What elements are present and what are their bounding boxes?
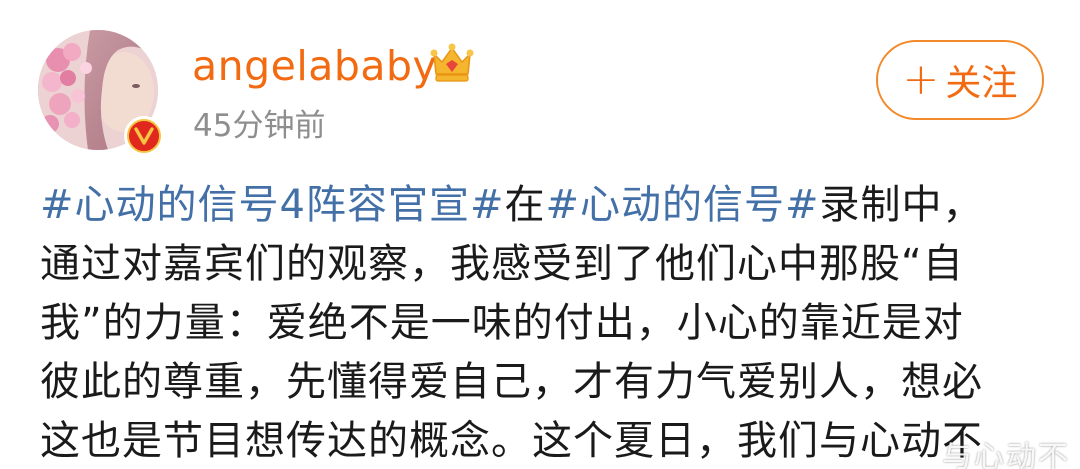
post-timestamp: 45分钟前	[193, 108, 326, 144]
post-text-segment: 录制中，	[819, 182, 984, 228]
post-line-3: 我”的力量：爱绝不是一味的付出，小心的靠近是对	[40, 300, 964, 346]
crown-icon[interactable]	[428, 40, 476, 86]
post-line-1: #心动的信号4阵容官宣#在#心动的信号#录制中，	[40, 176, 1050, 235]
plus-icon: +	[902, 54, 940, 105]
username[interactable]: angelababy	[192, 34, 437, 98]
topic-link[interactable]: #心动的信号#	[545, 182, 819, 228]
avatar-container[interactable]	[38, 30, 164, 156]
verified-badge	[124, 116, 164, 156]
weibo-post: angelababy 45分钟前 + 关注 #心动的信号4阵容官宣#在#心动的信…	[0, 0, 1080, 469]
post-text-segment: 在	[504, 182, 546, 228]
follow-label: 关注	[945, 63, 1018, 104]
watermark: 与心动不	[942, 440, 1070, 469]
post-line-2: 通过对嘉宾们的观察，我感受到了他们心中那股“自	[40, 241, 964, 287]
follow-button[interactable]: + 关注	[876, 40, 1044, 120]
post-line-4: 彼此的尊重，先懂得爱自己，才有力气爱别人，想必	[40, 359, 983, 405]
topic-link[interactable]: #心动的信号4阵容官宣#	[40, 182, 504, 228]
post-line-5: 这也是节目想传达的概念。这个夏日，我们与心动不	[40, 418, 983, 464]
post-text: #心动的信号4阵容官宣#在#心动的信号#录制中， 通过对嘉宾们的观察，我感受到了…	[40, 176, 1050, 469]
verified-v-icon	[127, 119, 161, 153]
